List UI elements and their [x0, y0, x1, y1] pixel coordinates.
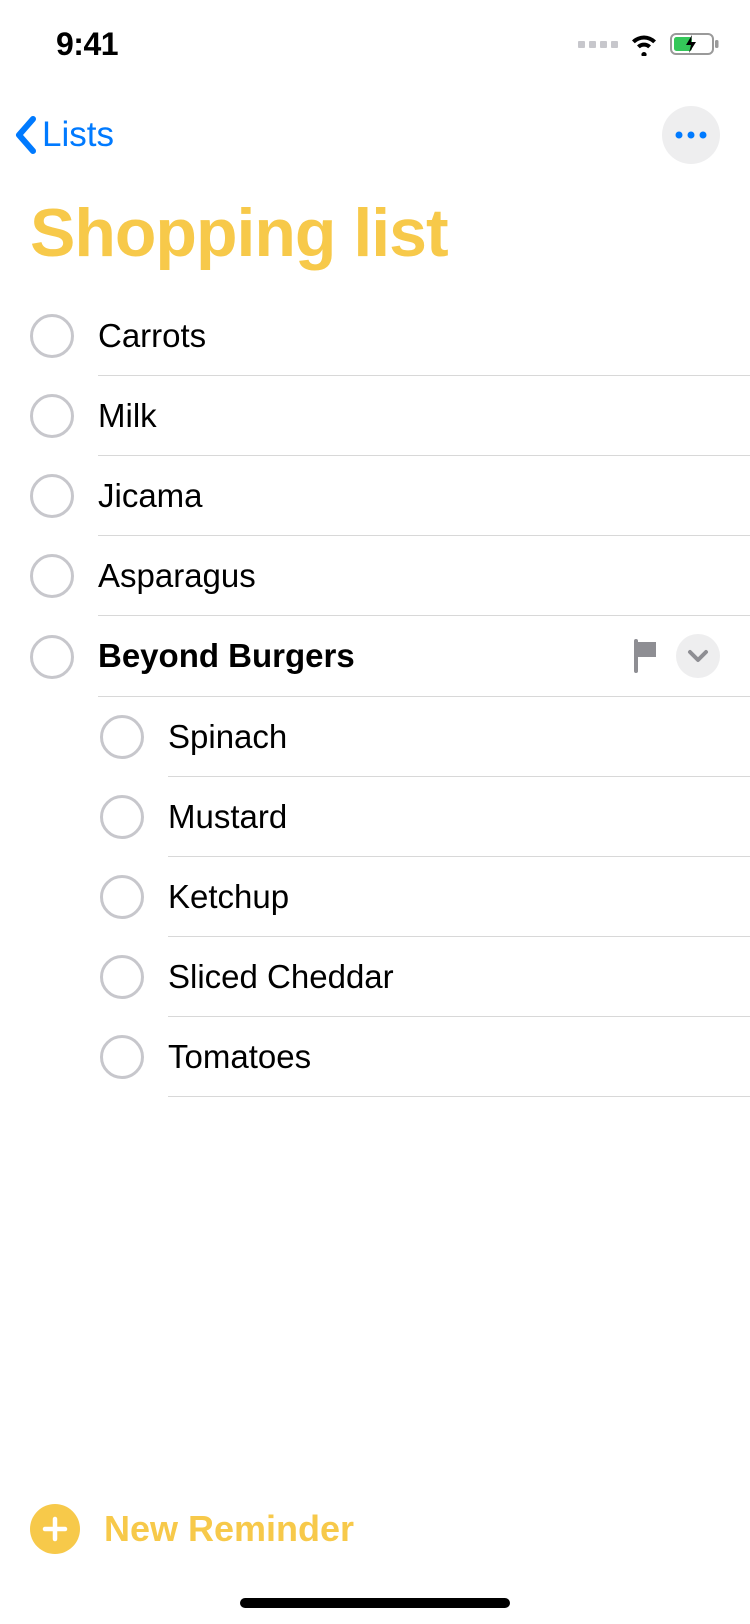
subtask-item[interactable]: Tomatoes	[100, 1017, 750, 1097]
reminder-item[interactable]: Asparagus	[30, 536, 750, 616]
checkbox-circle[interactable]	[100, 875, 144, 919]
status-time: 9:41	[56, 26, 118, 63]
subtask-list: Spinach Mustard Ketchup Sliced Cheddar T…	[30, 697, 750, 1097]
page-title-container: Shopping list	[0, 184, 750, 296]
home-indicator[interactable]	[240, 1598, 510, 1608]
subtask-label: Sliced Cheddar	[168, 958, 394, 996]
flag-icon	[632, 639, 660, 673]
reminder-label: Carrots	[98, 317, 206, 355]
reminder-item[interactable]: Carrots	[30, 296, 750, 376]
reminder-label: Beyond Burgers	[98, 637, 355, 675]
checkbox-circle[interactable]	[30, 635, 74, 679]
subtask-label: Mustard	[168, 798, 287, 836]
subtask-label: Tomatoes	[168, 1038, 311, 1076]
checkbox-circle[interactable]	[100, 955, 144, 999]
back-label: Lists	[42, 115, 114, 155]
chevron-left-icon	[10, 115, 40, 155]
subtask-item[interactable]: Spinach	[100, 697, 750, 777]
checkbox-circle[interactable]	[30, 394, 74, 438]
subtask-label: Spinach	[168, 718, 287, 756]
reminder-item[interactable]: Jicama	[30, 456, 750, 536]
new-reminder-label: New Reminder	[104, 1508, 354, 1550]
more-button[interactable]	[662, 106, 720, 164]
reminder-label: Milk	[98, 397, 157, 435]
checkbox-circle[interactable]	[100, 715, 144, 759]
checkbox-circle[interactable]	[100, 795, 144, 839]
checkbox-circle[interactable]	[30, 554, 74, 598]
status-bar: 9:41	[0, 0, 750, 88]
nav-bar: Lists	[0, 88, 750, 184]
subtask-item[interactable]: Mustard	[100, 777, 750, 857]
battery-icon	[670, 32, 720, 56]
chevron-down-icon	[687, 649, 709, 663]
subtask-label: Ketchup	[168, 878, 289, 916]
reminder-item[interactable]: Milk	[30, 376, 750, 456]
reminder-label: Jicama	[98, 477, 203, 515]
wifi-icon	[628, 32, 660, 56]
new-reminder-button[interactable]: New Reminder	[30, 1504, 720, 1554]
checkbox-circle[interactable]	[30, 474, 74, 518]
reminder-item-selected[interactable]: Beyond Burgers	[30, 616, 750, 697]
expand-button[interactable]	[676, 634, 720, 678]
checkbox-circle[interactable]	[30, 314, 74, 358]
status-indicators	[578, 32, 720, 56]
checkbox-circle[interactable]	[100, 1035, 144, 1079]
ellipsis-icon	[674, 130, 708, 140]
bottom-toolbar: New Reminder	[0, 1504, 750, 1554]
cellular-signal-icon	[578, 41, 618, 48]
reminders-list: Carrots Milk Jicama Asparagus Beyond Bur…	[0, 296, 750, 1097]
subtask-item[interactable]: Ketchup	[100, 857, 750, 937]
reminder-label: Asparagus	[98, 557, 256, 595]
page-title: Shopping list	[30, 194, 720, 272]
plus-icon	[30, 1504, 80, 1554]
subtask-item[interactable]: Sliced Cheddar	[100, 937, 750, 1017]
back-button[interactable]: Lists	[10, 115, 114, 155]
